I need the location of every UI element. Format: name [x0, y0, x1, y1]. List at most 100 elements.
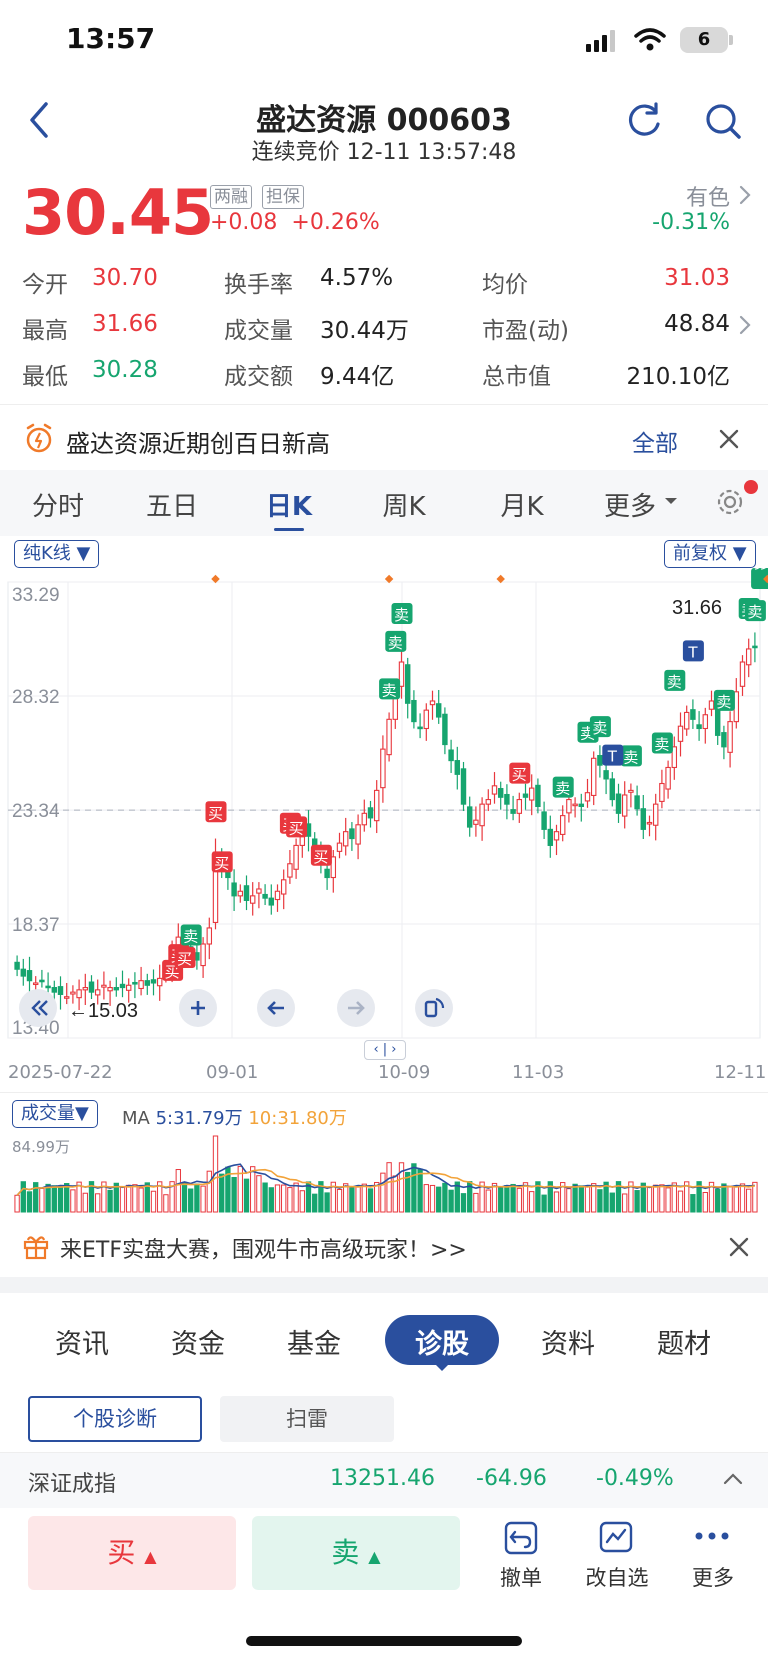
sector-change: -0.31%: [652, 210, 730, 235]
volume-bar: [287, 1187, 293, 1213]
tab-theme[interactable]: 题材: [634, 1322, 734, 1361]
volume-bar: [529, 1191, 535, 1213]
volume-bar: [336, 1189, 343, 1213]
volume-bar: [45, 1183, 51, 1213]
refresh-icon[interactable]: [626, 102, 664, 140]
scroll-left-fast-icon[interactable]: [18, 988, 58, 1028]
promo-text[interactable]: 来ETF实盘大赛，围观牛市高级玩家！>>: [60, 1232, 467, 1264]
sell-marker: 卖: [388, 634, 403, 652]
subtab-stock-diagnosis[interactable]: 个股诊断: [28, 1396, 202, 1442]
change-pct: +0.26%: [291, 210, 380, 235]
settings-icon[interactable]: [714, 486, 746, 518]
volume-bar: [231, 1176, 237, 1213]
edit-watchlist-label[interactable]: 改自选: [572, 1562, 662, 1592]
kline-mode-label: 纯K线: [23, 543, 71, 564]
tab-weekly-k[interactable]: 周K: [354, 486, 454, 523]
tab-five-day[interactable]: 五日: [122, 486, 222, 523]
alert-all-link[interactable]: 全部: [632, 424, 678, 458]
price-change: +0.08 +0.26%: [210, 210, 380, 235]
tab-daily-k[interactable]: 日K: [239, 486, 339, 523]
volume-bar: [448, 1189, 454, 1213]
tab-fund[interactable]: 基金: [264, 1322, 364, 1361]
candle-body: [156, 977, 163, 987]
volume-bar: [386, 1162, 392, 1213]
volume-bar: [175, 1169, 181, 1213]
close-icon[interactable]: [728, 1236, 750, 1258]
volume-bar: [553, 1191, 560, 1213]
cancel-order-label[interactable]: 撤单: [476, 1562, 566, 1592]
volume-bar: [51, 1185, 57, 1213]
volume-bar: [95, 1193, 101, 1213]
min-price-label: ←15.03: [68, 1000, 138, 1022]
candle-body: [739, 661, 746, 687]
chevron-up-icon[interactable]: [722, 1472, 744, 1486]
amount-label: 成交额: [224, 364, 293, 390]
subtab-risk-scan[interactable]: 扫雷: [220, 1396, 394, 1442]
candle-body: [150, 979, 157, 984]
candle-body: [63, 996, 70, 999]
tab-funds-flow[interactable]: 资金: [148, 1322, 248, 1361]
candle-body: [646, 821, 653, 825]
tab-intraday[interactable]: 分时: [8, 486, 108, 523]
more-icon[interactable]: [694, 1530, 730, 1542]
alert-message[interactable]: 盛达资源近期创百日新高: [66, 424, 330, 459]
close-icon[interactable]: [718, 428, 740, 450]
more-label[interactable]: 更多: [668, 1562, 758, 1592]
chevron-right-icon[interactable]: [738, 184, 752, 206]
y-tick-label: 28.32: [12, 687, 60, 708]
active-tab-indicator: [274, 528, 304, 531]
scroll-right-icon[interactable]: [336, 988, 376, 1028]
candle-body: [590, 757, 597, 796]
cancel-order-icon[interactable]: [503, 1520, 539, 1556]
open-label: 今开: [22, 272, 68, 298]
range-handle[interactable]: ‹ | ›: [364, 1040, 406, 1060]
volume-bar: [126, 1184, 132, 1213]
volume-selector[interactable]: 成交量▼: [12, 1100, 98, 1128]
volume-bar: [746, 1188, 752, 1213]
sell-marker: 卖: [667, 673, 682, 691]
y-tick-label: 33.29: [12, 585, 60, 606]
candle-body: [429, 700, 436, 706]
candle-body: [336, 842, 343, 852]
buy-marker: 买: [313, 848, 328, 866]
kline-chart[interactable]: 33.2928.3223.3418.3713.40 买买买买买买买买买卖卖卖卖卖…: [0, 568, 768, 1068]
tab-diagnosis[interactable]: 诊股: [392, 1322, 492, 1361]
scroll-left-icon[interactable]: [256, 988, 296, 1028]
kline-mode-selector[interactable]: 纯K线 ▼: [14, 540, 100, 568]
volume-bar: [491, 1182, 498, 1213]
tab-news[interactable]: 资讯: [32, 1322, 132, 1361]
market-cap-label: 总市值: [482, 364, 551, 390]
buy-marker: 买: [177, 950, 192, 968]
volume-bar: [541, 1194, 547, 1213]
candle-body: [609, 778, 616, 801]
candle-body: [640, 808, 647, 830]
date-label-1009: 10-09: [378, 1062, 431, 1083]
sell-button[interactable]: 卖 ▲: [252, 1516, 460, 1590]
search-icon[interactable]: [704, 102, 742, 140]
adjust-selector[interactable]: 前复权 ▼: [664, 540, 756, 568]
max-price-label: 31.66: [672, 597, 722, 619]
notification-dot: [744, 480, 758, 494]
volume-bar: [132, 1184, 138, 1213]
pe-value[interactable]: 48.84: [600, 311, 730, 337]
buy-marker: 买: [289, 819, 304, 837]
tab-monthly-k[interactable]: 月K: [472, 486, 572, 523]
rotate-screen-icon[interactable]: [414, 988, 454, 1028]
candle-body: [665, 766, 671, 790]
volume-bar: [262, 1182, 268, 1213]
caret-down-icon[interactable]: [664, 496, 678, 506]
sector-name[interactable]: 有色: [650, 180, 730, 212]
candle-body: [510, 809, 516, 814]
candle-body: [473, 819, 479, 825]
volume-bar: [584, 1186, 591, 1213]
tab-profile[interactable]: 资料: [518, 1322, 618, 1361]
status-time: 13:57: [66, 22, 156, 55]
low-label: 最低: [22, 364, 68, 390]
candle-body: [696, 724, 702, 730]
candle-body: [485, 799, 492, 805]
buy-button[interactable]: 买 ▲: [28, 1516, 236, 1590]
zoom-in-icon[interactable]: [178, 988, 218, 1028]
chevron-right-icon[interactable]: [738, 314, 752, 336]
candle-body: [101, 984, 107, 988]
edit-watchlist-icon[interactable]: [598, 1520, 636, 1556]
